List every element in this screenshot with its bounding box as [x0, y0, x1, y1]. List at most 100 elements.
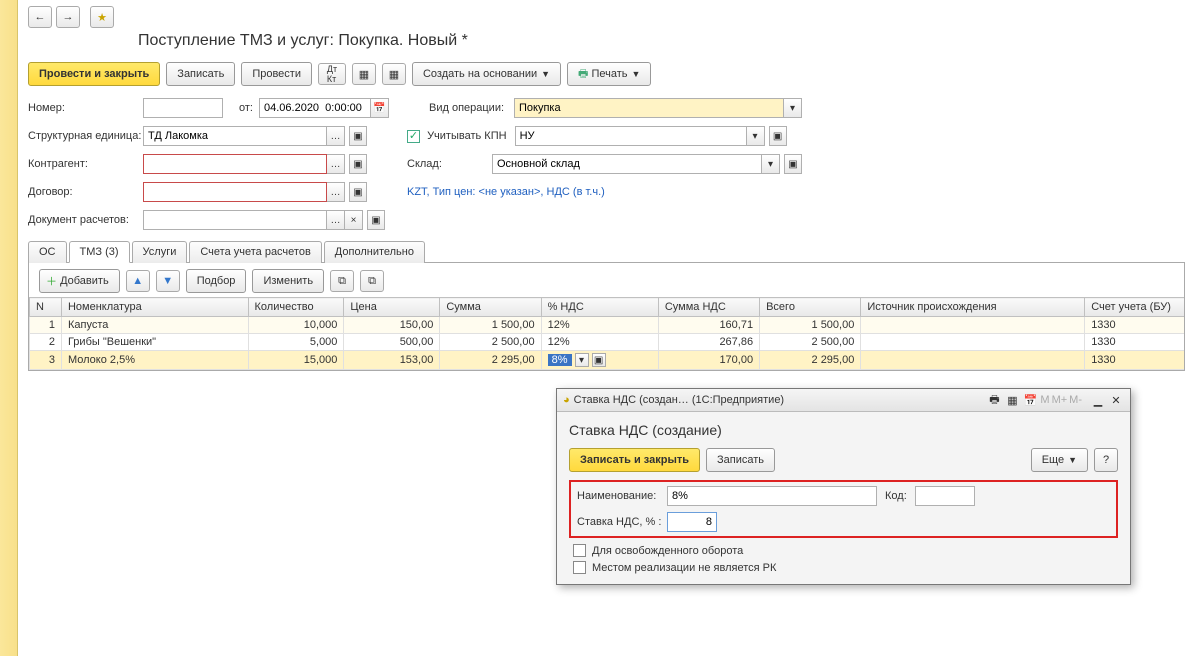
items-grid[interactable]: N Номенклатура Количество Цена Сумма % Н… [28, 297, 1185, 371]
settlement-select-button[interactable]: … [327, 210, 345, 230]
move-down-button[interactable]: ▼ [156, 270, 180, 292]
highlighted-fields: Наименование: Код: Ставка НДС, % : [569, 480, 1118, 538]
left-sidebar-stub [0, 0, 18, 656]
org-open-button[interactable]: ▣ [349, 126, 367, 146]
table-row[interactable]: 2 Грибы "Вешенки" 5,000 500,00 2 500,00 … [30, 334, 1186, 351]
m-plus-button[interactable]: M+ [1052, 394, 1068, 406]
paste-button[interactable]: ⧉ [360, 270, 384, 292]
m-button[interactable]: M [1040, 394, 1049, 406]
dt-kt-button[interactable]: ДтКт [318, 63, 346, 85]
create-based-button[interactable]: Создать на основании▼ [412, 62, 561, 86]
app-icon: ◕ [563, 394, 570, 406]
org-input[interactable] [143, 126, 327, 146]
detail-tabs: ОС ТМЗ (3) Услуги Счета учета расчетов Д… [28, 240, 1185, 263]
code-input[interactable] [915, 486, 975, 506]
close-icon[interactable]: ✕ [1108, 392, 1124, 408]
chk-exempt[interactable] [573, 544, 586, 557]
tab-os[interactable]: ОС [28, 241, 67, 263]
table-row[interactable]: 1 Капуста 10,000 150,00 1 500,00 12% 160… [30, 317, 1186, 334]
contragent-select-button[interactable]: … [327, 154, 345, 174]
grid-toolbar: ＋ Добавить ▲ ▼ Подбор Изменить ⧉ ⧉ [28, 263, 1185, 297]
dlg-more-button[interactable]: Еще▼ [1031, 448, 1088, 472]
table-row-selected[interactable]: 3 Молоко 2,5% 15,000 153,00 2 295,00 8% … [30, 351, 1186, 370]
favorite-button[interactable]: ★ [90, 6, 114, 28]
warehouse-input[interactable] [492, 154, 762, 174]
kpn-input[interactable] [515, 126, 747, 146]
org-select-button[interactable]: … [327, 126, 345, 146]
dialog-heading: Ставка НДС (создание) [569, 422, 1118, 438]
col-vat-pct[interactable]: % НДС [541, 298, 658, 317]
aux-button-1[interactable]: ▦ [352, 63, 376, 85]
chk-exempt-label: Для освобожденного оборота [592, 545, 743, 557]
nav-back-button[interactable]: ← [28, 6, 52, 28]
col-item[interactable]: Номенклатура [61, 298, 248, 317]
post-and-close-button[interactable]: Провести и закрыть [28, 62, 160, 86]
tab-additional[interactable]: Дополнительно [324, 241, 425, 263]
document-toolbar: Провести и закрыть Записать Провести ДтК… [28, 62, 1185, 86]
tab-accounts[interactable]: Счета учета расчетов [189, 241, 321, 263]
calendar-icon[interactable]: 📅 [1022, 392, 1038, 408]
kpn-checkbox-wrap[interactable]: ✓ Учитывать КПН [407, 130, 507, 143]
col-qty[interactable]: Количество [248, 298, 344, 317]
dlg-save-close-button[interactable]: Записать и закрыть [569, 448, 700, 472]
calendar-icon[interactable]: 📅 [371, 98, 389, 118]
nav-forward-button[interactable]: → [56, 6, 80, 28]
chk-not-rk-row[interactable]: Местом реализации не является РК [573, 561, 1118, 574]
warehouse-dropdown-icon[interactable]: ▾ [762, 154, 780, 174]
dlg-save-button[interactable]: Записать [706, 448, 775, 472]
dialog-caption-left: Ставка НДС (создан… [574, 394, 689, 406]
col-vat-sum[interactable]: Сумма НДС [658, 298, 759, 317]
currency-link[interactable]: KZT, Тип цен: <не указан>, НДС (в т.ч.) [407, 186, 605, 198]
add-row-button[interactable]: ＋ Добавить [39, 269, 120, 293]
col-acct-bu[interactable]: Счет учета (БУ) [1085, 298, 1185, 317]
copy-button[interactable]: ⧉ [330, 270, 354, 292]
name-input[interactable] [667, 486, 877, 506]
contract-input[interactable] [143, 182, 327, 202]
operation-type-dropdown-icon[interactable]: ▾ [784, 98, 802, 118]
vat-rate-dialog: ◕ Ставка НДС (создан… (1С:Предприятие) 🖶… [556, 388, 1131, 585]
settlement-clear-button[interactable]: × [345, 210, 363, 230]
record-button[interactable]: Записать [166, 62, 235, 86]
settlement-input[interactable] [143, 210, 327, 230]
kpn-open-button[interactable]: ▣ [769, 126, 787, 146]
move-up-button[interactable]: ▲ [126, 270, 150, 292]
chk-not-rk[interactable] [573, 561, 586, 574]
from-label: от: [229, 102, 253, 114]
contragent-input[interactable] [143, 154, 327, 174]
kpn-label: Учитывать КПН [427, 130, 507, 142]
col-origin[interactable]: Источник происхождения [861, 298, 1085, 317]
contragent-label: Контрагент: [28, 158, 143, 170]
contragent-open-button[interactable]: ▣ [349, 154, 367, 174]
aux-button-2[interactable]: ▦ [382, 63, 406, 85]
contract-select-button[interactable]: … [327, 182, 345, 202]
pick-button[interactable]: Подбор [186, 269, 247, 293]
settlement-open-button[interactable]: ▣ [367, 210, 385, 230]
rate-input[interactable] [667, 512, 717, 532]
table-icon[interactable]: ▦ [1004, 392, 1020, 408]
tab-tmz[interactable]: ТМЗ (3) [69, 241, 130, 263]
contract-open-button[interactable]: ▣ [349, 182, 367, 202]
minimize-icon[interactable]: ▁ [1090, 392, 1106, 408]
vat-editing-cell[interactable]: 8% [548, 354, 572, 366]
date-input[interactable] [259, 98, 371, 118]
col-total[interactable]: Всего [760, 298, 861, 317]
chk-exempt-row[interactable]: Для освобожденного оборота [573, 544, 1118, 557]
col-sum[interactable]: Сумма [440, 298, 541, 317]
vat-open-icon[interactable]: ▣ [592, 353, 606, 367]
edit-row-button[interactable]: Изменить [252, 269, 324, 293]
m-minus-button[interactable]: M- [1069, 394, 1082, 406]
dialog-caption-right: (1С:Предприятие) [692, 394, 784, 406]
tab-services[interactable]: Услуги [132, 241, 188, 263]
print-icon[interactable]: 🖶 [986, 392, 1002, 408]
number-input[interactable] [143, 98, 223, 118]
print-button[interactable]: 🖶 Печать▼ [567, 62, 651, 86]
operation-type-select[interactable] [514, 98, 784, 118]
settlement-label: Документ расчетов: [28, 214, 143, 226]
warehouse-open-button[interactable]: ▣ [784, 154, 802, 174]
col-price[interactable]: Цена [344, 298, 440, 317]
post-button[interactable]: Провести [241, 62, 312, 86]
kpn-dropdown-icon[interactable]: ▾ [747, 126, 765, 146]
col-n[interactable]: N [30, 298, 62, 317]
vat-dropdown-icon[interactable]: ▾ [575, 353, 589, 367]
dlg-help-button[interactable]: ? [1094, 448, 1118, 472]
